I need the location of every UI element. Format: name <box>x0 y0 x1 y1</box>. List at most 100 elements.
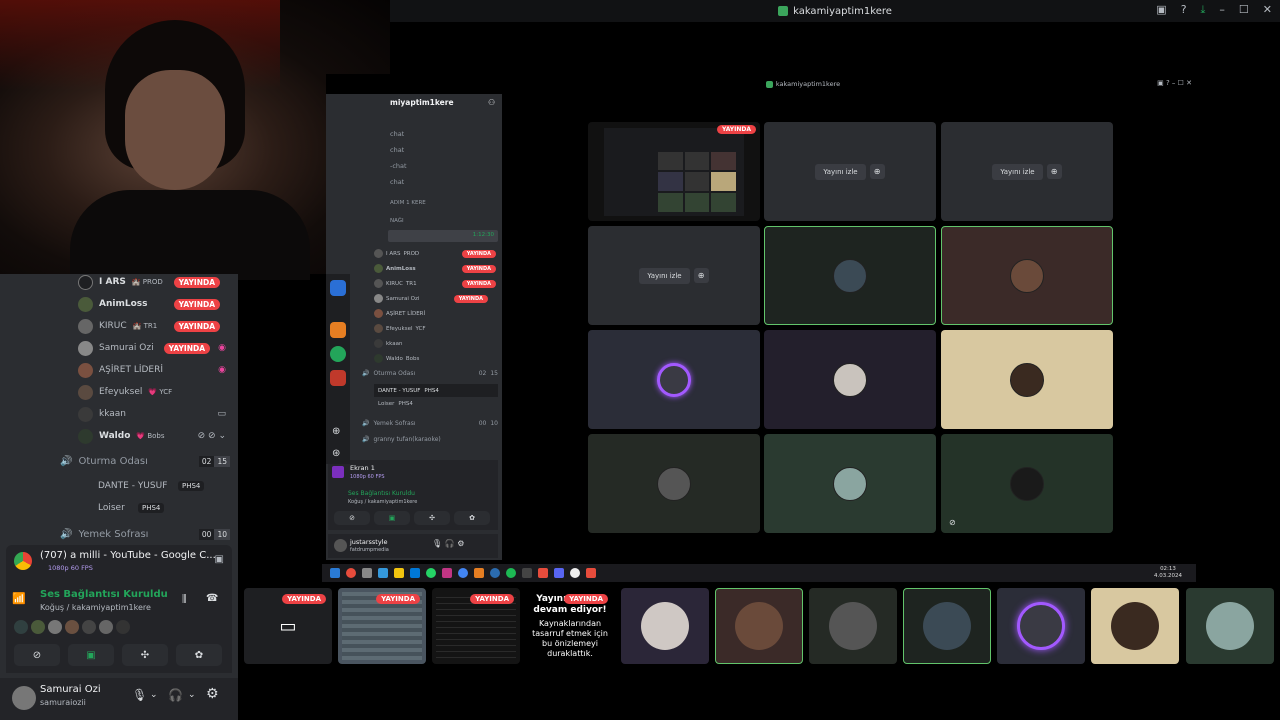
server-icon[interactable] <box>330 322 346 338</box>
voice-user-row[interactable]: I ARS PROD YAYINDA <box>374 246 498 261</box>
strip-tile-stream[interactable]: YAYINDA <box>338 588 426 664</box>
app-icon[interactable] <box>474 568 484 578</box>
settings-icon[interactable]: ⚙ <box>206 686 219 702</box>
strip-tile-screen[interactable]: ▭ YAYINDA <box>244 588 332 664</box>
nested-channel-oturma[interactable]: 🔊 Oturma Odası 02 15 <box>362 370 498 377</box>
spotify-icon[interactable] <box>506 568 516 578</box>
disconnect-icon[interactable]: ☎ <box>206 593 218 604</box>
watch-stream-button[interactable]: Yayını izle <box>992 163 1043 180</box>
chevron-down-icon[interactable]: ⌄ <box>150 690 158 700</box>
minimize-icon[interactable]: – <box>1219 3 1225 17</box>
text-channel[interactable]: chat <box>390 130 404 138</box>
add-server-icon[interactable]: ⊕ <box>332 426 340 437</box>
voice-user-row[interactable]: Loiser PHS4 <box>378 401 413 407</box>
nested-channel-yemek[interactable]: 🔊 Yemek Sofrası 00 10 <box>362 420 498 427</box>
play-icon[interactable] <box>570 568 580 578</box>
add-user-icon[interactable]: ⚇ <box>488 98 495 107</box>
watch-stream-button[interactable]: Yayını izle <box>639 267 690 284</box>
clock[interactable]: 02:13 4.03.2024 <box>1154 566 1182 580</box>
voice-user-row[interactable]: KIRUC TR1 YAYINDA <box>374 276 498 291</box>
app-icon[interactable] <box>538 568 548 578</box>
instagram-icon[interactable] <box>442 568 452 578</box>
server-icon[interactable] <box>330 280 346 296</box>
download-icon[interactable]: ⤓ <box>1201 3 1206 17</box>
participant-tile[interactable] <box>764 434 936 533</box>
app-icon[interactable] <box>522 568 532 578</box>
user-avatar[interactable] <box>12 686 36 710</box>
whatsapp-icon[interactable] <box>426 568 436 578</box>
participant-tile[interactable]: ⊘ <box>941 434 1113 533</box>
chrome-icon[interactable] <box>458 568 468 578</box>
folder-icon[interactable] <box>394 568 404 578</box>
discord-icon[interactable] <box>554 568 564 578</box>
activities-button[interactable]: ✣ <box>122 644 168 666</box>
nested-server-name[interactable]: miyaptim1kere <box>390 98 454 107</box>
nested-user-controls[interactable]: 🎙 🎧 ⚙ <box>432 539 464 548</box>
edge-icon[interactable] <box>378 568 388 578</box>
strip-participant[interactable] <box>997 588 1085 664</box>
strip-tile-stream[interactable]: YAYINDA <box>432 588 520 664</box>
voice-user-row[interactable]: Samurai Ozi YAYINDA ◉ <box>78 338 230 358</box>
strip-participant[interactable] <box>1186 588 1274 664</box>
nested-stream-popup[interactable]: Ekran 1 1080p 60 FPS <box>328 460 498 486</box>
voice-user-row[interactable]: DANTE - YUSUF PHS4 <box>374 384 498 397</box>
strip-participant[interactable] <box>903 588 991 664</box>
voice-user-row[interactable]: DANTE - YUSUF PHS4 <box>98 476 218 496</box>
text-channel[interactable]: chat <box>390 146 404 154</box>
voice-user-row[interactable]: Waldo Bobs <box>374 351 498 366</box>
voice-user-row[interactable]: AnimLoss YAYINDA <box>78 294 230 314</box>
stream-tile[interactable]: Yayını izle ⊕ <box>764 122 936 221</box>
app-icon[interactable] <box>586 568 596 578</box>
participant-tile[interactable] <box>764 330 936 429</box>
headphones-icon[interactable]: 🎧 <box>168 688 183 702</box>
stream-source-popup[interactable]: (707) a milli - YouTube - Google C... 10… <box>6 545 232 577</box>
maximize-icon[interactable]: ☐ <box>1239 3 1249 17</box>
camera-off-button[interactable]: ⊘ <box>14 644 60 666</box>
voice-user-row[interactable]: AŞİRET LİDERİ <box>374 306 498 321</box>
voice-channel-yemek[interactable]: 🔊 Yemek Sofrası 00 10 <box>60 529 230 540</box>
zoom-icon[interactable]: ⊕ <box>869 164 885 179</box>
participant-tile[interactable] <box>941 226 1113 325</box>
nested-channel-granny[interactable]: 🔊 granny tufan(karaoke) <box>362 436 441 443</box>
stream-tile[interactable]: Yayını izle ⊕ <box>941 122 1113 221</box>
strip-participant[interactable] <box>715 588 803 664</box>
voice-user-row[interactable]: Samurai Ozi YAYINDA <box>374 291 498 306</box>
participant-tile[interactable] <box>941 330 1113 429</box>
participant-tile[interactable] <box>588 330 760 429</box>
start-icon[interactable] <box>330 568 340 578</box>
stream-tile-screen[interactable]: YAYINDA <box>588 122 760 221</box>
help-icon[interactable]: ? <box>1181 3 1187 17</box>
strip-participant[interactable] <box>621 588 709 664</box>
app-icon[interactable] <box>490 568 500 578</box>
taskview-icon[interactable] <box>362 568 372 578</box>
activities-button[interactable]: ✣ <box>414 511 450 525</box>
voice-user-row[interactable]: I ARS 🏰 PROD YAYINDA <box>78 272 230 292</box>
strip-participant[interactable] <box>1091 588 1179 664</box>
soundboard-button[interactable]: ✿ <box>454 511 490 525</box>
zoom-icon[interactable]: ⊕ <box>693 268 709 283</box>
voice-user-row[interactable]: KIRUC 🏰 TR1 YAYINDA <box>78 316 230 336</box>
voice-user-row[interactable]: AŞİRET LİDERİ ◉ <box>78 360 230 380</box>
voice-user-row[interactable]: AnimLoss YAYINDA <box>374 261 498 276</box>
text-channel[interactable]: chat <box>390 178 404 186</box>
noise-suppression-icon[interactable]: ⫼ <box>182 594 187 605</box>
text-channel[interactable]: -chat <box>390 162 407 170</box>
camera-off-button[interactable]: ⊘ <box>334 511 370 525</box>
voice-channel-oturma[interactable]: 🔊 Oturma Odası 02 15 <box>60 456 230 467</box>
close-icon[interactable]: ✕ <box>1263 3 1272 17</box>
chevron-down-icon[interactable]: ⌄ <box>188 690 196 700</box>
voice-user-row[interactable]: kkaan ▭ <box>78 404 230 424</box>
signal-icon[interactable]: 📶 <box>12 592 26 605</box>
server-icon[interactable] <box>330 370 346 386</box>
strip-participant[interactable] <box>809 588 897 664</box>
explore-icon[interactable]: ⊛ <box>332 448 340 459</box>
participant-tile[interactable] <box>764 226 936 325</box>
user-avatar[interactable] <box>334 539 347 552</box>
search-icon[interactable] <box>346 568 356 578</box>
voice-user-row[interactable]: kkaan <box>374 336 498 351</box>
voice-user-row[interactable]: Loiser PHS4 <box>98 498 218 518</box>
category-header[interactable]: NAĞI <box>390 218 404 224</box>
voice-user-row[interactable]: Efeyuksel 💗 YCF <box>78 382 230 402</box>
store-icon[interactable] <box>410 568 420 578</box>
participant-tile[interactable] <box>588 434 760 533</box>
